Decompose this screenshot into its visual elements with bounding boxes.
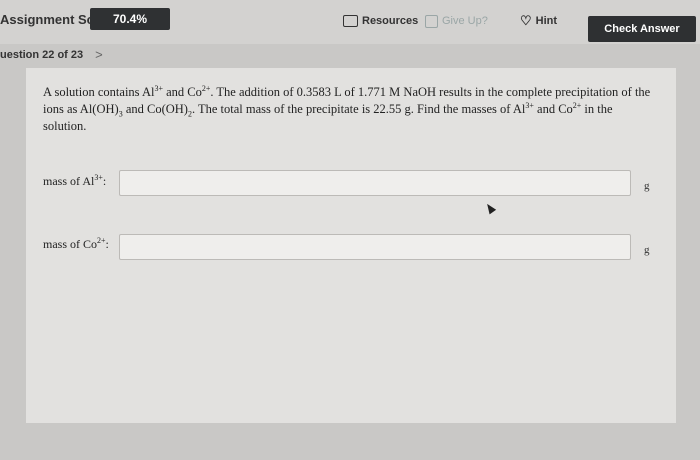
check-answer-label: Check Answer (604, 23, 680, 35)
co-charge: 2+ (97, 236, 106, 245)
resources-icon (343, 15, 358, 27)
question-text-part: and Co(OH) (122, 102, 188, 116)
score-value-badge: 70.4% (90, 8, 170, 30)
mass-al-input[interactable] (119, 170, 631, 196)
mass-co-input[interactable] (119, 234, 631, 260)
mass-al-label: mass of Al3+: (43, 174, 106, 189)
give-up-button[interactable]: Give Up? (425, 11, 488, 31)
chevron-right-icon[interactable]: > (95, 47, 103, 62)
question-text-part: and Co (162, 85, 202, 99)
question-counter: uestion 22 of 23 (0, 48, 84, 61)
label-colon: : (105, 237, 109, 251)
resources-button[interactable]: Resources (343, 11, 418, 31)
label-colon: : (102, 174, 107, 188)
question-text-part: . The total mass of the precipitate is 2… (191, 102, 526, 116)
al-charge: 3+ (154, 83, 163, 93)
mass-co-label-text: mass of Co (43, 237, 97, 251)
hint-button[interactable]: ♡ Hint (520, 11, 557, 31)
question-text-part: and Co (533, 102, 573, 116)
mass-al-unit: g (644, 180, 650, 192)
mouse-cursor-icon (483, 201, 497, 215)
question-text-part: A solution contains Al (43, 85, 155, 99)
score-value: 70.4% (112, 12, 148, 26)
hint-pin-icon: ♡ (520, 13, 532, 28)
question-panel: A solution contains Al3+ and Co2+. The a… (26, 68, 676, 423)
mass-co-unit: g (644, 244, 650, 256)
mass-co-label: mass of Co2+: (43, 237, 109, 252)
al-charge: 3+ (94, 173, 103, 182)
give-up-icon (425, 14, 438, 28)
top-bar: Assignment Score: 70.4% Resources Give U… (0, 0, 700, 44)
give-up-label: Give Up? (442, 15, 488, 27)
hint-label: Hint (535, 15, 558, 27)
resources-label: Resources (362, 15, 419, 27)
mass-al-label-text: mass of Al (43, 174, 95, 188)
question-navigation: uestion 22 of 23 > (0, 47, 103, 62)
check-answer-button[interactable]: Check Answer (588, 16, 696, 42)
question-text: A solution contains Al3+ and Co2+. The a… (43, 84, 653, 135)
al-charge: 3+ (525, 100, 534, 110)
